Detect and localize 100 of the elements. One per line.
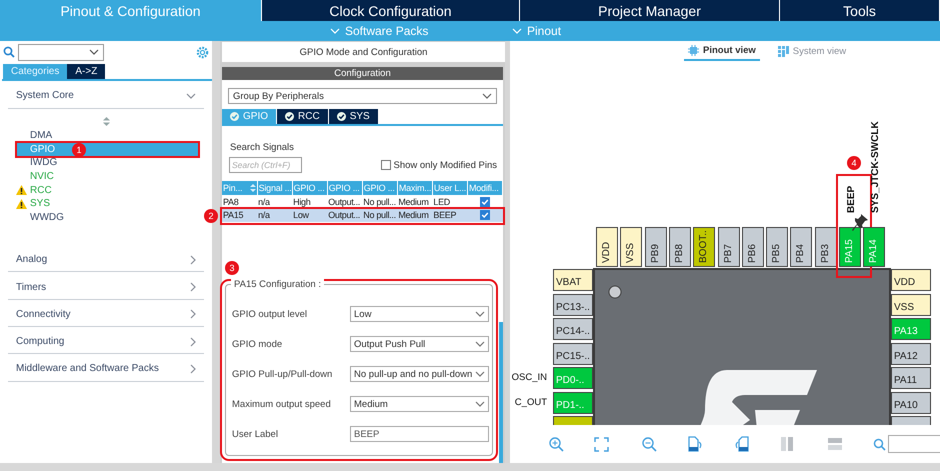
rows-icon[interactable]: [826, 437, 843, 451]
field-label: GPIO output level: [232, 308, 308, 320]
checkbox[interactable]: [480, 210, 490, 220]
table-cell: No pull...: [362, 208, 398, 222]
chip-pin[interactable]: BOOT..: [693, 227, 716, 267]
category-item[interactable]: GPIO 1: [17, 142, 198, 156]
marker-badge: 3: [225, 261, 239, 275]
top-tab[interactable]: Clock Configuration: [262, 0, 520, 21]
category-item[interactable]: WWDG: [17, 210, 198, 224]
checkbox-label[interactable]: Show only Modified Pins: [394, 160, 497, 170]
peripheral-tab[interactable]: RCC: [277, 109, 329, 124]
chip-pin[interactable]: VSS: [891, 294, 931, 316]
table-cell: PA8: [222, 195, 258, 208]
dropdown[interactable]: No pull-up and no pull-down: [350, 366, 489, 382]
search-combo[interactable]: [18, 44, 104, 60]
chevron-down-icon: [475, 341, 485, 347]
table-cell: n/a: [257, 208, 292, 222]
view-tab[interactable]: Pinout view: [684, 42, 760, 61]
category-header[interactable]: Analog: [8, 245, 204, 272]
rotate-icon[interactable]: [687, 436, 704, 452]
table-cell: PA15: [222, 208, 258, 222]
search-icon[interactable]: [873, 438, 886, 450]
chip-pin[interactable]: VBAT: [553, 269, 593, 291]
dropdown[interactable]: Medium: [350, 396, 489, 412]
category-label[interactable]: Timers: [16, 282, 46, 293]
sort-icon[interactable]: [250, 184, 256, 192]
category-label[interactable]: System Core: [16, 90, 74, 101]
chip-pin[interactable]: PB5: [766, 227, 788, 267]
columns-icon[interactable]: [780, 436, 794, 452]
dropdown[interactable]: Output Push Pull: [350, 336, 489, 352]
chip-pin[interactable]: VSS: [620, 227, 642, 267]
chevron-down-icon: [89, 49, 99, 55]
category-header[interactable]: Timers: [8, 272, 204, 300]
search-field[interactable]: [888, 435, 940, 453]
category-item[interactable]: DMA: [17, 129, 198, 143]
item-label[interactable]: IWDG: [30, 157, 58, 168]
top-tab[interactable]: Project Manager: [520, 0, 780, 21]
rotate-icon[interactable]: [734, 436, 750, 452]
field-label: Maximum output speed: [232, 398, 332, 410]
category-label[interactable]: Computing: [16, 336, 64, 348]
chip-pin[interactable]: PA10: [891, 392, 931, 414]
category-label[interactable]: Middleware and Software Packs: [16, 363, 159, 374]
peripheral-tab[interactable]: SYS: [328, 109, 379, 124]
chip-pin[interactable]: PC14-..: [553, 318, 593, 340]
checkbox[interactable]: [380, 160, 390, 170]
chip-pin[interactable]: VDD: [596, 227, 618, 267]
chip-pin[interactable]: PC13-..: [553, 294, 593, 316]
check-icon: [230, 112, 239, 121]
check-icon: [336, 112, 346, 121]
table-row[interactable]: PA8 n/a High Output... No pull... Medium LED: [222, 195, 502, 208]
settings-icon[interactable]: [196, 46, 209, 58]
chip-pin[interactable]: VDD: [891, 269, 931, 291]
field-label: GPIO Pull-up/Pull-down: [232, 368, 334, 380]
table-cell-text: Output...: [327, 196, 362, 208]
chip-pin[interactable]: PB4: [790, 227, 812, 267]
signal-label: SYS_JTCK-SWCLK: [870, 121, 882, 213]
dropdown[interactable]: Low: [350, 306, 489, 322]
chip-pin[interactable]: PC15-..: [553, 342, 593, 364]
chip-pin[interactable]: PB6: [742, 227, 764, 267]
category-header[interactable]: System Core: [8, 83, 204, 109]
search-icon[interactable]: [3, 46, 15, 58]
input-field[interactable]: BEEP: [350, 426, 489, 442]
fit-screen-icon[interactable]: [594, 436, 610, 452]
field-label: User Label: [232, 428, 279, 440]
chevron-down-icon: [512, 28, 522, 34]
chevron-down-icon: [475, 311, 485, 317]
sort-icon[interactable]: [102, 117, 110, 126]
item-label[interactable]: DMA: [30, 130, 52, 142]
scrollbar[interactable]: [499, 322, 503, 463]
category-header[interactable]: Connectivity: [8, 300, 204, 328]
table-cell: Output...: [327, 208, 362, 222]
marker-badge: 1: [72, 142, 86, 157]
chip-pin[interactable]: PB7: [718, 227, 740, 267]
section-header: Configuration: [222, 67, 503, 80]
search-field[interactable]: Search (Ctrl+F): [229, 157, 302, 173]
checkbox[interactable]: [480, 196, 490, 207]
top-tab[interactable]: Tools: [780, 0, 940, 21]
item-label[interactable]: WWDG: [30, 212, 64, 223]
table-cell: n/a: [257, 195, 292, 208]
chip-pin[interactable]: PB3: [814, 227, 837, 267]
category-tab[interactable]: A->Z: [67, 64, 106, 79]
category-header[interactable]: Middleware and Software Packs: [8, 354, 204, 382]
category-header[interactable]: Computing: [8, 327, 204, 354]
category-label[interactable]: Connectivity: [16, 308, 70, 320]
table-row[interactable]: PA15 n/a Low Output... No pull... Medium BEEP: [222, 208, 502, 222]
chip-icon: [688, 45, 699, 56]
chevron-down-icon: [475, 371, 485, 377]
signal-label: C_OUT: [514, 396, 547, 408]
table-cell: Low: [292, 208, 328, 222]
field-label: GPIO mode: [232, 338, 284, 350]
category-item[interactable]: IWDG: [17, 156, 198, 170]
zoom-out-icon[interactable]: [640, 436, 657, 452]
zoom-in-icon[interactable]: [548, 436, 564, 452]
chip-pin[interactable]: PB9: [644, 227, 667, 267]
chip-pin[interactable]: PA11: [891, 367, 931, 389]
panel-title: GPIO Mode and Configuration: [222, 42, 505, 62]
chip-pin[interactable]: PA12: [891, 342, 931, 364]
group-by-dropdown[interactable]: Group By Peripherals: [228, 88, 497, 104]
category-label[interactable]: Analog: [16, 254, 48, 266]
chip-pin[interactable]: PB8: [668, 227, 691, 267]
